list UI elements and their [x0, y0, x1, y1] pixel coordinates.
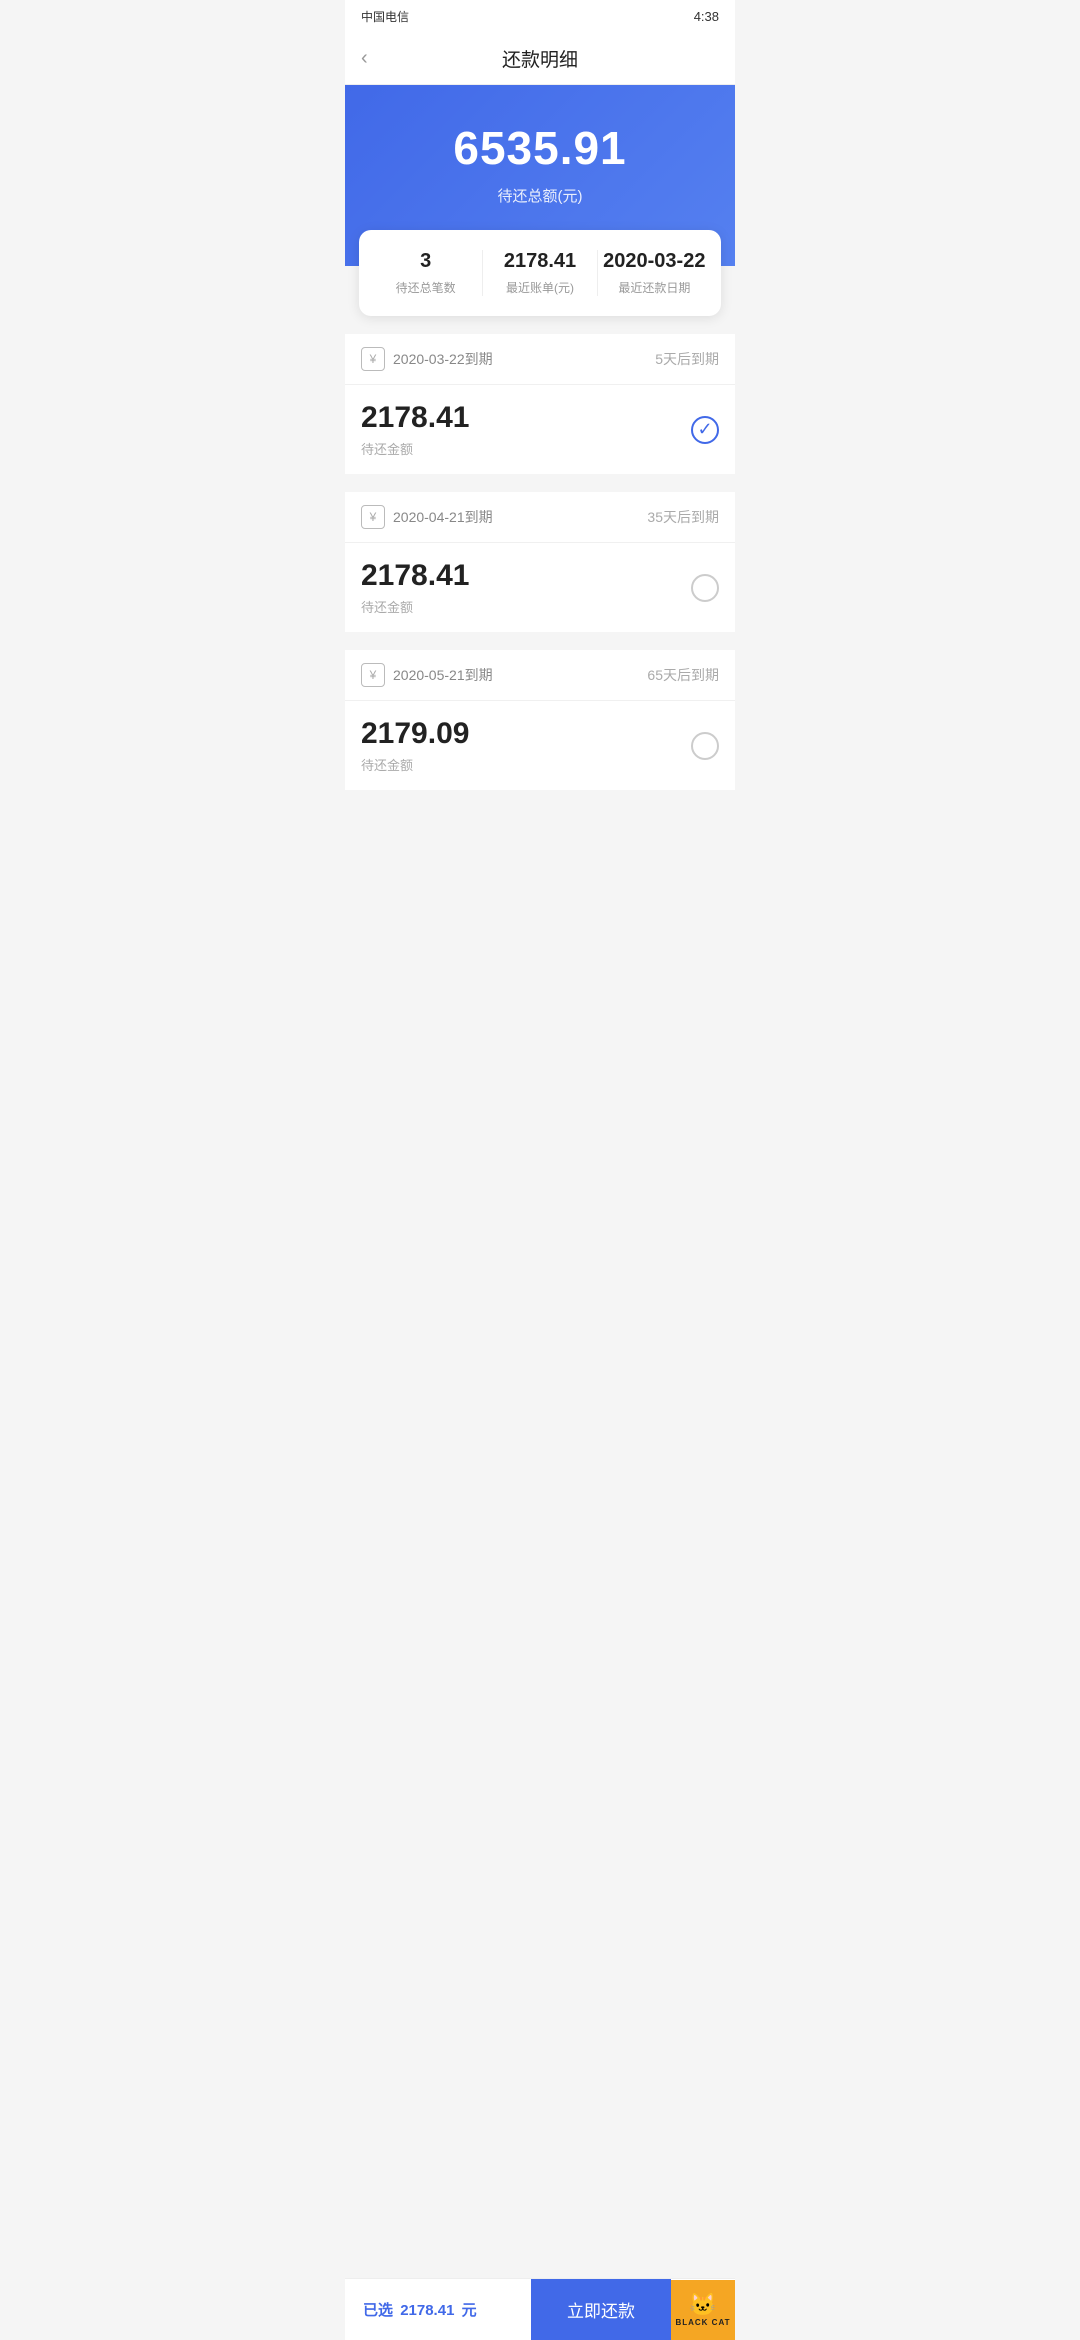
repayment-header-2: ¥ 2020-04-21到期 35天后到期: [345, 492, 735, 543]
pay-now-button[interactable]: 立即还款: [531, 2279, 671, 2340]
repayment-item-2: ¥ 2020-04-21到期 35天后到期 2178.41 待还金额: [345, 492, 735, 632]
selected-unit: 元: [462, 2302, 477, 2319]
summary-date-value: 2020-03-22: [598, 250, 711, 273]
summary-date-key: 最近还款日期: [598, 279, 711, 296]
black-cat-badge[interactable]: 🐱 BLACK CAT: [671, 2280, 735, 2340]
bottom-selected-info: 已选 2178.41 元: [345, 2283, 531, 2336]
repayment-item-3: ¥ 2020-05-21到期 65天后到期 2179.09 待还金额: [345, 650, 735, 790]
time-display: 4:38: [694, 9, 719, 24]
repayment-amount-2: 2178.41: [361, 559, 469, 593]
repayment-amount-section-2: 2178.41 待还金额: [361, 559, 469, 616]
repayment-amount-section-3: 2179.09 待还金额: [361, 717, 469, 774]
summary-item-count: 3 待还总笔数: [369, 250, 482, 296]
repayment-date-left-1: ¥ 2020-03-22到期: [361, 347, 493, 371]
repayment-header-1: ¥ 2020-03-22到期 5天后到期: [345, 334, 735, 385]
repayment-sublabel-1: 待还金额: [361, 439, 469, 458]
due-date-1: 2020-03-22到期: [393, 349, 493, 369]
radio-button-2[interactable]: [691, 574, 719, 602]
radio-button-1[interactable]: ✓: [691, 416, 719, 444]
summary-card: 3 待还总笔数 2178.41 最近账单(元) 2020-03-22 最近还款日…: [359, 230, 721, 316]
yuan-icon-3: ¥: [361, 663, 385, 687]
repayment-amount-1: 2178.41: [361, 401, 469, 435]
page-header: ‹ 还款明细: [345, 33, 735, 85]
summary-bill-value: 2178.41: [483, 250, 596, 273]
selected-label: 已选: [363, 2302, 393, 2319]
black-cat-icon: 🐱: [689, 2292, 716, 2318]
yuan-icon-2: ¥: [361, 505, 385, 529]
repayment-body-3: 2179.09 待还金额: [345, 701, 735, 790]
divider-2: [345, 642, 735, 650]
summary-bill-key: 最近账单(元): [483, 279, 596, 296]
summary-item-recent-bill: 2178.41 最近账单(元): [482, 250, 596, 296]
time: 4:38: [694, 9, 719, 24]
repayment-amount-3: 2179.09: [361, 717, 469, 751]
repayment-sublabel-2: 待还金额: [361, 597, 469, 616]
repayment-list: ¥ 2020-03-22到期 5天后到期 2178.41 待还金额 ✓ ¥ 20…: [345, 334, 735, 790]
divider-1: [345, 484, 735, 492]
repayment-sublabel-3: 待还金额: [361, 755, 469, 774]
due-days-3: 65天后到期: [647, 665, 719, 685]
status-bar: 中国电信 4:38: [345, 0, 735, 33]
page-title: 还款明细: [502, 45, 578, 72]
repayment-body-1: 2178.41 待还金额 ✓: [345, 385, 735, 474]
due-date-2: 2020-04-21到期: [393, 507, 493, 527]
repayment-date-left-3: ¥ 2020-05-21到期: [361, 663, 493, 687]
bottom-bar: 已选 2178.41 元 立即还款 🐱 BLACK CAT: [345, 2278, 735, 2340]
total-label: 待还总额(元): [365, 185, 715, 206]
repayment-item-1: ¥ 2020-03-22到期 5天后到期 2178.41 待还金额 ✓: [345, 334, 735, 474]
summary-count-value: 3: [369, 250, 482, 273]
check-icon-1: ✓: [697, 419, 712, 440]
summary-item-recent-date: 2020-03-22 最近还款日期: [597, 250, 711, 296]
repayment-date-left-2: ¥ 2020-04-21到期: [361, 505, 493, 529]
summary-count-key: 待还总笔数: [369, 279, 482, 296]
black-cat-label: BLACK CAT: [675, 2318, 730, 2327]
due-date-3: 2020-05-21到期: [393, 665, 493, 685]
yuan-icon-1: ¥: [361, 347, 385, 371]
carrier-signal: 中国电信: [361, 8, 409, 25]
due-days-1: 5天后到期: [655, 349, 719, 369]
repayment-header-3: ¥ 2020-05-21到期 65天后到期: [345, 650, 735, 701]
due-days-2: 35天后到期: [647, 507, 719, 527]
total-amount: 6535.91: [365, 121, 715, 175]
selected-amount: 2178.41: [400, 2302, 454, 2319]
repayment-body-2: 2178.41 待还金额: [345, 543, 735, 632]
back-button[interactable]: ‹: [361, 47, 368, 70]
radio-button-3[interactable]: [691, 732, 719, 760]
repayment-amount-section-1: 2178.41 待还金额: [361, 401, 469, 458]
